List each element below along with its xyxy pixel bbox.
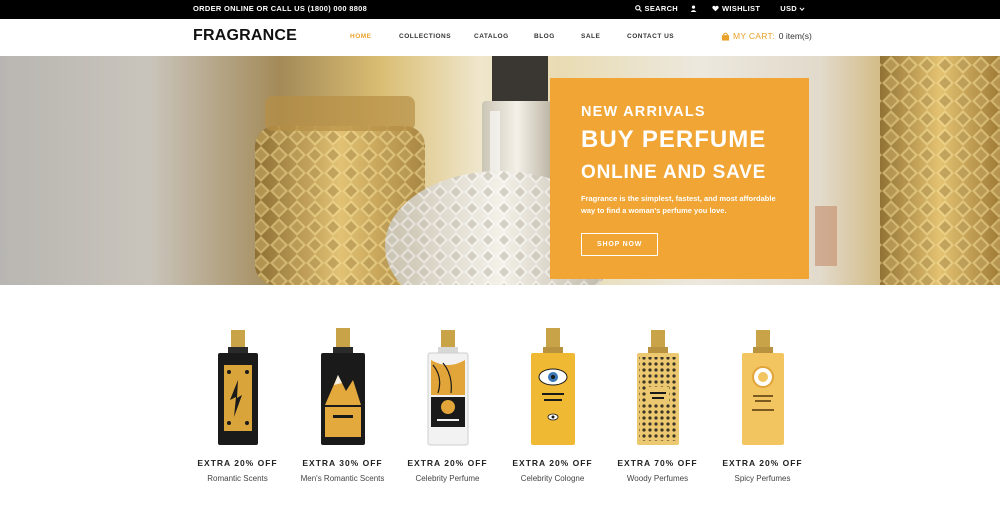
- currency-label: USD: [780, 4, 797, 13]
- product-offer: EXTRA 20% OFF: [722, 458, 803, 468]
- product-card-mens-romantic-scents[interactable]: EXTRA 30% OFF Men's Romantic Scents: [290, 325, 395, 495]
- product-category[interactable]: Celebrity Perfume: [415, 474, 479, 483]
- product-card-celebrity-cologne[interactable]: EXTRA 20% OFF Celebrity Cologne: [500, 325, 605, 495]
- promo-description: Fragrance is the simplest, fastest, and …: [581, 194, 776, 215]
- product-category[interactable]: Spicy Perfumes: [734, 474, 790, 483]
- cart-label: MY CART:: [733, 31, 775, 41]
- cart-count: 0 item(s): [778, 31, 812, 41]
- chevron-down-icon: [799, 6, 805, 11]
- main-header: FRAGRANCE HOME COLLECTIONS CATALOG BLOG …: [0, 19, 1000, 56]
- nav-home[interactable]: HOME: [350, 33, 399, 40]
- perfume-bottle-image: [636, 330, 679, 445]
- product-offer: EXTRA 20% OFF: [407, 458, 488, 468]
- promo-kicker: NEW ARRIVALS: [581, 104, 706, 120]
- product-card-woody-perfumes[interactable]: EXTRA 70% OFF Woody Perfumes: [605, 325, 710, 495]
- product-offer: EXTRA 20% OFF: [197, 458, 278, 468]
- nav-sale[interactable]: SALE: [581, 33, 627, 40]
- shopping-bag-icon: [721, 32, 730, 41]
- account-link[interactable]: [690, 5, 700, 12]
- nav-contact-us[interactable]: CONTACT US: [627, 33, 674, 40]
- top-bar: ORDER ONLINE OR CALL US (1800) 000 8808 …: [0, 0, 1000, 19]
- product-card-spicy-perfumes[interactable]: EXTRA 20% OFF Spicy Perfumes: [710, 325, 815, 495]
- nav-catalog[interactable]: CATALOG: [474, 33, 534, 40]
- wishlist-label: WISHLIST: [722, 4, 761, 13]
- product-category[interactable]: Woody Perfumes: [627, 474, 688, 483]
- product-offer: EXTRA 20% OFF: [512, 458, 593, 468]
- shop-now-button[interactable]: SHOP NOW: [581, 233, 659, 256]
- top-bar-actions: SEARCH WISHLIST USD: [623, 4, 805, 13]
- product-category-list: EXTRA 20% OFF Romantic Scents EXTRA 30% …: [185, 325, 815, 495]
- product-card-celebrity-perfume[interactable]: EXTRA 20% OFF Celebrity Perfume: [395, 325, 500, 495]
- user-icon: [690, 5, 697, 12]
- product-card-romantic-scents[interactable]: EXTRA 20% OFF Romantic Scents: [185, 325, 290, 495]
- heart-icon: [712, 5, 719, 12]
- product-category[interactable]: Romantic Scents: [207, 474, 267, 483]
- product-offer: EXTRA 70% OFF: [617, 458, 698, 468]
- nav-blog[interactable]: BLOG: [534, 33, 581, 40]
- promo-box: NEW ARRIVALS BUY PERFUME ONLINE AND SAVE…: [550, 78, 809, 279]
- order-phone-text: ORDER ONLINE OR CALL US (1800) 000 8808: [193, 4, 368, 13]
- promo-title-line-1: BUY PERFUME: [581, 126, 767, 153]
- hero-perfume-image: [255, 56, 1000, 285]
- hero-banner: NEW ARRIVALS BUY PERFUME ONLINE AND SAVE…: [0, 56, 1000, 285]
- perfume-bottle-image: [530, 328, 575, 445]
- nav-collections[interactable]: COLLECTIONS: [399, 33, 474, 40]
- product-category[interactable]: Men's Romantic Scents: [301, 474, 385, 483]
- perfume-bottle-image: [427, 330, 468, 446]
- product-category[interactable]: Celebrity Cologne: [521, 474, 585, 483]
- search-label: SEARCH: [644, 4, 679, 13]
- perfume-bottle-image: [217, 330, 258, 445]
- perfume-bottle-image: [320, 328, 365, 445]
- perfume-bottle-image: [741, 330, 784, 445]
- promo-title-line-2: ONLINE AND SAVE: [581, 162, 767, 183]
- product-offer: EXTRA 30% OFF: [302, 458, 383, 468]
- wishlist-link[interactable]: WISHLIST: [712, 4, 760, 13]
- search-link[interactable]: SEARCH: [634, 4, 679, 13]
- site-logo[interactable]: FRAGRANCE: [193, 27, 297, 45]
- cart-link[interactable]: MY CART: 0 item(s): [721, 31, 812, 41]
- search-icon: [634, 5, 642, 12]
- main-nav: HOME COLLECTIONS CATALOG BLOG SALE CONTA…: [350, 33, 674, 40]
- currency-select[interactable]: USD: [780, 4, 805, 13]
